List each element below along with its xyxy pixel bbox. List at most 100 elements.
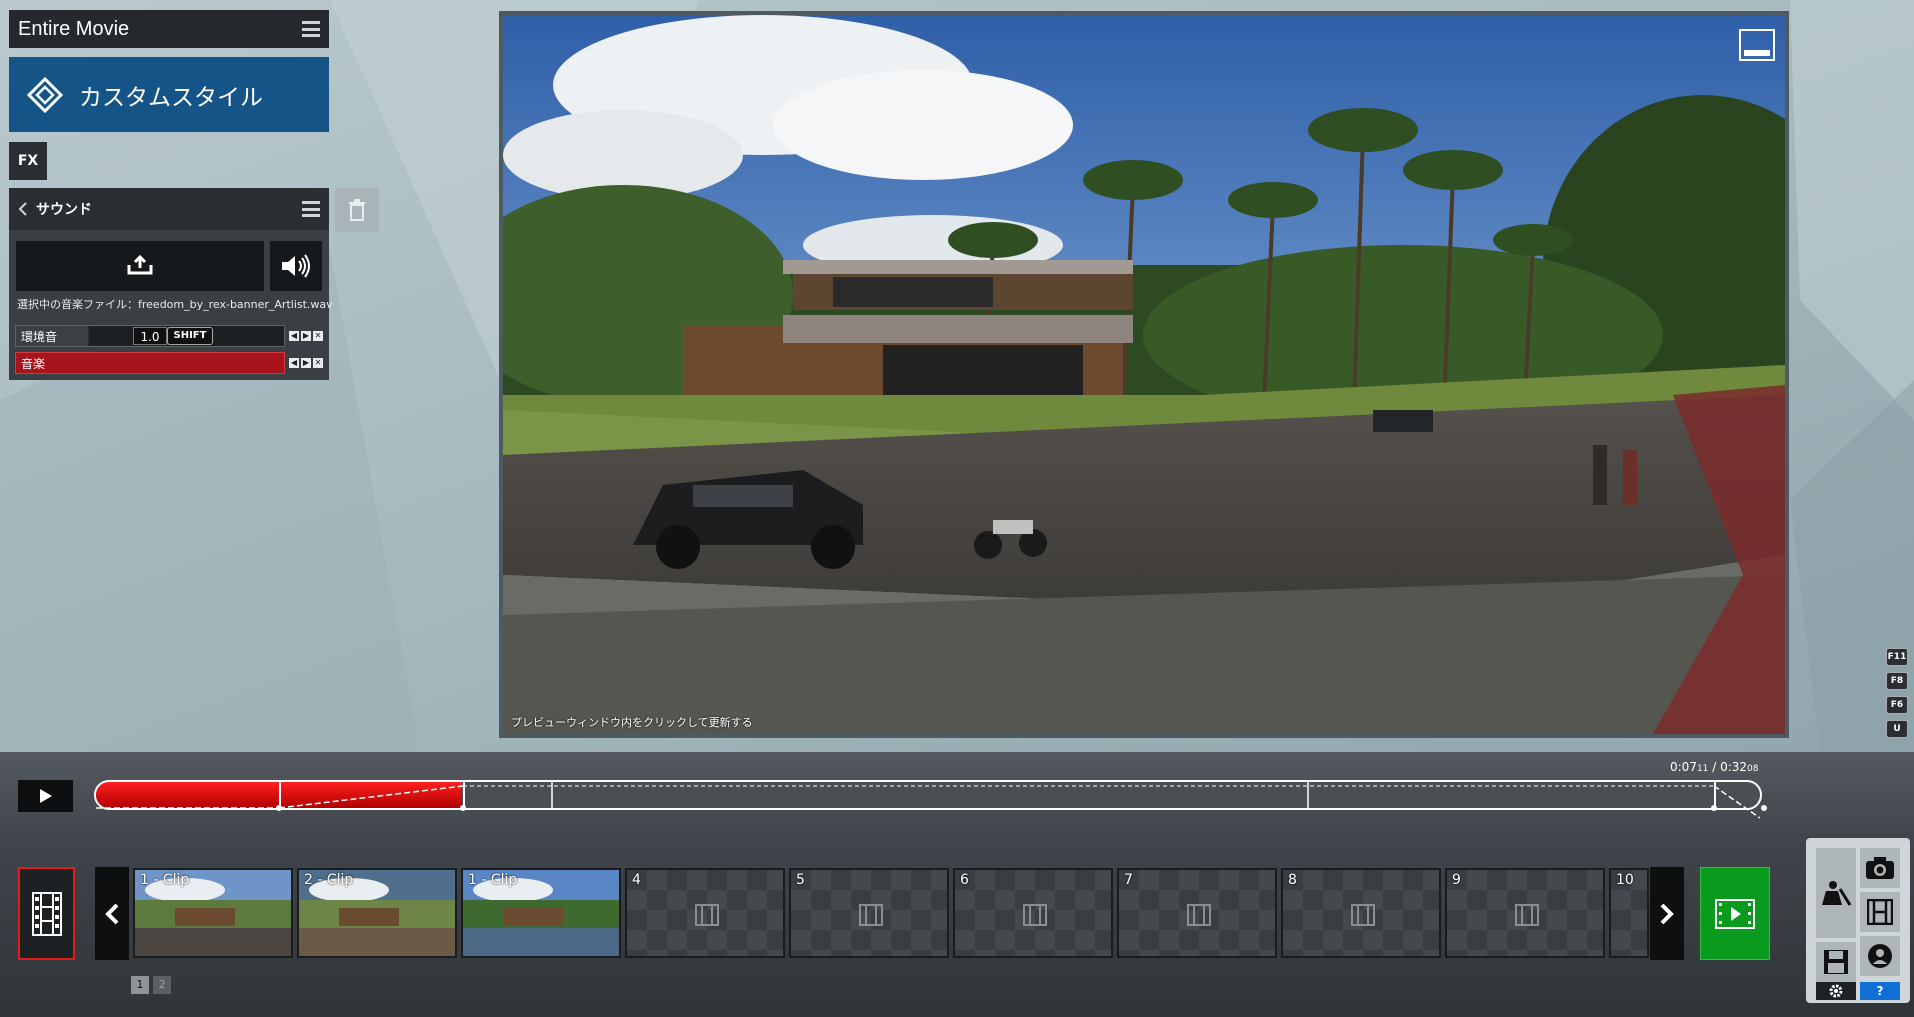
close-icon[interactable]: ✕ (313, 331, 323, 341)
clips-next-button[interactable] (1650, 867, 1684, 960)
music-track-controls: ◀ ▶ ✕ (289, 358, 323, 368)
chevron-right-icon (1660, 903, 1674, 924)
tools-panel: ? (1806, 838, 1910, 1003)
clip-label: 6 (960, 872, 969, 888)
camera-icon (1866, 857, 1894, 879)
sound-menu-icon[interactable] (302, 201, 320, 217)
construction-button[interactable] (1816, 848, 1856, 938)
clip-label: 2 - Clip (304, 872, 354, 888)
prev-icon[interactable]: ◀ (289, 358, 299, 368)
ambient-volume-value[interactable]: 1.0 (133, 327, 167, 345)
clip-label: 1 - Clip (140, 872, 190, 888)
film-placeholder-icon (859, 904, 883, 926)
empty-clip-slot[interactable]: 9 (1445, 868, 1605, 958)
showcase-button[interactable] (1860, 936, 1900, 976)
total-time: 0:32 (1720, 760, 1748, 774)
globe-person-icon (1868, 944, 1892, 968)
film-icon (1867, 899, 1893, 925)
add-clip-button[interactable] (1700, 867, 1770, 960)
music-track-label: 音楽 (21, 357, 46, 371)
volume-button[interactable] (270, 241, 322, 291)
upload-icon (127, 255, 153, 275)
clip-label: 8 (1288, 872, 1297, 888)
chevron-left-icon (105, 903, 119, 924)
selected-music-file: 選択中の音楽ファイル：freedom_by_rex-banner_Artlist… (17, 298, 333, 311)
clip-thumbnail[interactable]: 2 - Clip (297, 868, 457, 958)
sound-panel-header: サウンド (9, 188, 329, 230)
help-button[interactable]: ? (1860, 982, 1900, 1000)
timecode: 0:0711 / 0:3208 (1670, 760, 1758, 774)
hotkey-f11[interactable]: F11 (1886, 648, 1908, 666)
hotkey-u[interactable]: U (1886, 720, 1908, 738)
clip-thumbnail[interactable]: 1 - Clip (461, 868, 621, 958)
timeline-transitions (96, 785, 1767, 819)
fullscreen-toggle-icon[interactable] (1739, 29, 1775, 61)
empty-clip-slot[interactable]: 7 (1117, 868, 1277, 958)
gear-icon (1829, 984, 1843, 998)
page-2-button[interactable]: 2 (153, 976, 171, 994)
hotkey-f8[interactable]: F8 (1886, 672, 1908, 690)
movie-title-bar: Entire Movie (9, 10, 329, 48)
film-placeholder-icon (1515, 904, 1539, 926)
film-strip-icon (31, 891, 62, 936)
menu-icon[interactable] (302, 21, 320, 37)
clip-label: 10 (1616, 872, 1634, 888)
trash-icon (349, 199, 365, 221)
prev-icon[interactable]: ◀ (289, 331, 299, 341)
save-button[interactable] (1816, 942, 1856, 982)
film-placeholder-icon (695, 904, 719, 926)
movie-title: Entire Movie (18, 17, 130, 40)
ambient-track-controls: ◀ ▶ ✕ (289, 331, 323, 341)
clip-label: 1 - Clip (468, 872, 518, 888)
sound-panel-title: サウンド (36, 202, 92, 218)
clip-label: 5 (796, 872, 805, 888)
preview-refresh-hint: プレビューウィンドウ内をクリックして更新する (511, 716, 753, 729)
screenshot-button[interactable] (1860, 848, 1900, 888)
style-layers-icon (26, 76, 64, 113)
film-placeholder-icon (1187, 904, 1211, 926)
clip-thumbnail[interactable]: 1 - Clip (133, 868, 293, 958)
current-time: 0:07 (1670, 760, 1697, 774)
clip-label: 4 (632, 872, 641, 888)
empty-clip-slot[interactable]: 5 (789, 868, 949, 958)
clip-label: 9 (1452, 872, 1461, 888)
storyboard-button[interactable] (18, 867, 75, 960)
total-frames: 08 (1747, 764, 1759, 774)
preview-window[interactable]: プレビューウィンドウ内をクリックして更新する (499, 11, 1789, 738)
ambient-track-label: 環境音 (21, 330, 58, 344)
empty-clip-slot[interactable]: 6 (953, 868, 1113, 958)
music-track[interactable]: 音楽 (15, 352, 285, 374)
floppy-disk-icon (1824, 950, 1848, 974)
empty-clip-slot[interactable]: 10 (1609, 868, 1649, 958)
empty-clip-slot[interactable]: 8 (1281, 868, 1441, 958)
film-play-icon (1715, 898, 1755, 929)
clip-label: 7 (1124, 872, 1133, 888)
preview-render-image (503, 15, 1785, 734)
current-frames: 11 (1696, 764, 1709, 774)
clips-prev-button[interactable] (95, 867, 129, 960)
empty-clip-slot[interactable]: 4 (625, 868, 785, 958)
upload-music-button[interactable] (16, 241, 264, 291)
shift-key-badge: SHIFT (167, 327, 213, 345)
film-placeholder-icon (1023, 904, 1047, 926)
delete-button[interactable] (335, 188, 379, 232)
speaker-icon (282, 254, 310, 278)
fx-button[interactable]: FX (9, 142, 47, 180)
play-icon (39, 789, 52, 803)
play-button[interactable] (18, 780, 73, 812)
back-chevron-icon[interactable] (18, 202, 28, 216)
worker-icon (1822, 881, 1852, 906)
custom-style-label: カスタムスタイル (79, 84, 263, 111)
page-1-button[interactable]: 1 (131, 976, 149, 994)
settings-button[interactable] (1816, 982, 1856, 1000)
timeline-scrubber[interactable] (94, 780, 1767, 819)
next-icon[interactable]: ▶ (301, 358, 311, 368)
close-icon[interactable]: ✕ (313, 358, 323, 368)
hotkey-f6[interactable]: F6 (1886, 696, 1908, 714)
film-placeholder-icon (1351, 904, 1375, 926)
time-separator: / (1708, 760, 1721, 774)
sound-panel: サウンド 選択中の音楽ファイル：freedom_by_rex-banner_Ar… (9, 188, 333, 380)
custom-style-button[interactable]: カスタムスタイル (9, 57, 329, 132)
next-icon[interactable]: ▶ (301, 331, 311, 341)
movie-mode-button[interactable] (1860, 892, 1900, 932)
